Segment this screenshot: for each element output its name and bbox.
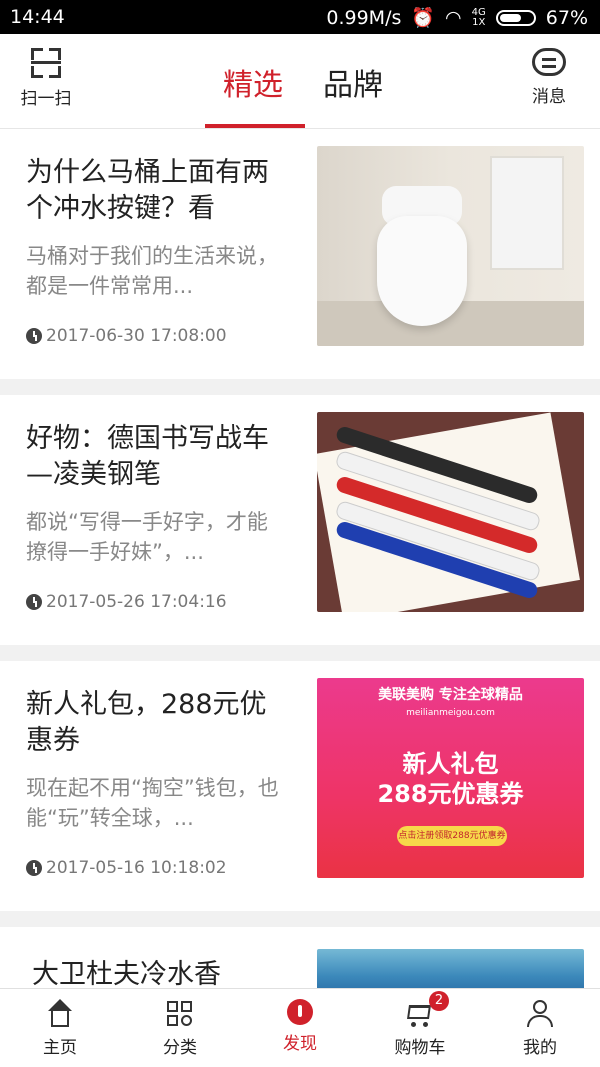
cart-icon: 2 (405, 991, 449, 1029)
top-bar: 扫一扫 精选 品牌 消息 (0, 34, 600, 129)
article-title: 新人礼包，288元优惠券 (26, 689, 267, 756)
messages-button[interactable]: 消息 (514, 48, 584, 107)
alarm-icon: ⏰ (411, 7, 436, 29)
battery-percent: 67% (545, 6, 588, 29)
article-card[interactable]: 好物：德国书写战车—凌美钢笔 都说“写得一手好字，才能撩得一手好妹”，... 2… (0, 395, 600, 661)
promo-cta: 点击注册领取288元优惠券 (397, 826, 507, 846)
article-thumbnail (317, 412, 584, 612)
clock-icon (26, 860, 42, 876)
clock-icon (26, 594, 42, 610)
messages-label: 消息 (532, 87, 566, 107)
nav-label: 购物车 (394, 1038, 446, 1058)
article-date: 2017-05-16 10:18:02 (26, 858, 227, 878)
discover-icon (287, 999, 313, 1025)
article-feed: 为什么马桶上面有两个冲水按键？看 马桶对于我们的生活来说，都是一件常常用... … (0, 129, 600, 994)
article-date: 2017-06-30 17:08:00 (26, 326, 227, 346)
home-icon (45, 999, 75, 1029)
nav-home[interactable]: 主页 (0, 989, 120, 1067)
status-time: 14:44 (10, 6, 65, 28)
nav-label: 主页 (43, 1038, 77, 1058)
chat-bubble-icon (532, 48, 566, 76)
network-speed: 0.99M/s (326, 6, 402, 29)
article-thumbnail: 美联美购 专注全球精品 meilianmeigou.com 新人礼包 288元优… (317, 678, 584, 878)
status-bar: 14:44 0.99M/s ⏰ ◠ 4G 1X 67% (0, 0, 600, 34)
article-card[interactable]: 新人礼包，288元优惠券 现在起不用“掏空”钱包，也能“玩”转全球，... 20… (0, 661, 600, 927)
nav-category[interactable]: 分类 (120, 989, 240, 1067)
tab-brands[interactable]: 品牌 (323, 60, 383, 104)
category-icon (165, 999, 195, 1029)
nav-label: 我的 (523, 1038, 557, 1058)
bottom-nav: 主页 分类 发现 2 购物车 我的 (0, 988, 600, 1067)
scan-icon (31, 48, 61, 78)
article-card[interactable]: 大卫杜夫冷水香 (0, 927, 600, 994)
article-card[interactable]: 为什么马桶上面有两个冲水按键？看 马桶对于我们的生活来说，都是一件常常用... … (0, 129, 600, 395)
article-date: 2017-05-26 17:04:16 (26, 592, 227, 612)
tab-featured[interactable]: 精选 (223, 60, 283, 104)
clock-icon (26, 328, 42, 344)
promo-brand: 美联美购 专注全球精品 (378, 687, 523, 703)
article-title: 为什么马桶上面有两个冲水按键？看 (26, 157, 269, 224)
tabs: 精选 品牌 (205, 34, 395, 128)
battery-icon (495, 9, 536, 26)
profile-icon (525, 999, 555, 1029)
article-summary: 都说“写得一手好字，才能撩得一手好妹”，... (26, 510, 268, 564)
nav-discover[interactable]: 发现 (240, 989, 360, 1067)
article-summary: 现在起不用“掏空”钱包，也能“玩”转全球，... (26, 776, 279, 830)
nav-label: 分类 (163, 1038, 197, 1058)
wifi-icon: ◠ (445, 6, 462, 29)
cart-badge: 2 (429, 991, 449, 1011)
article-thumbnail (317, 146, 584, 346)
signal-icon: 4G 1X (471, 6, 486, 28)
article-summary: 马桶对于我们的生活来说，都是一件常常用... (26, 244, 278, 298)
scan-label: 扫一扫 (20, 89, 72, 109)
nav-label: 发现 (283, 1034, 317, 1054)
nav-profile[interactable]: 我的 (480, 989, 600, 1067)
article-title: 好物：德国书写战车—凌美钢笔 (26, 423, 269, 490)
promo-url: meilianmeigou.com (406, 708, 495, 718)
scan-button[interactable]: 扫一扫 (16, 48, 76, 109)
promo-subheadline: 288元优惠券 (377, 780, 524, 808)
nav-cart[interactable]: 2 购物车 (360, 989, 480, 1067)
tab-indicator (205, 124, 305, 128)
